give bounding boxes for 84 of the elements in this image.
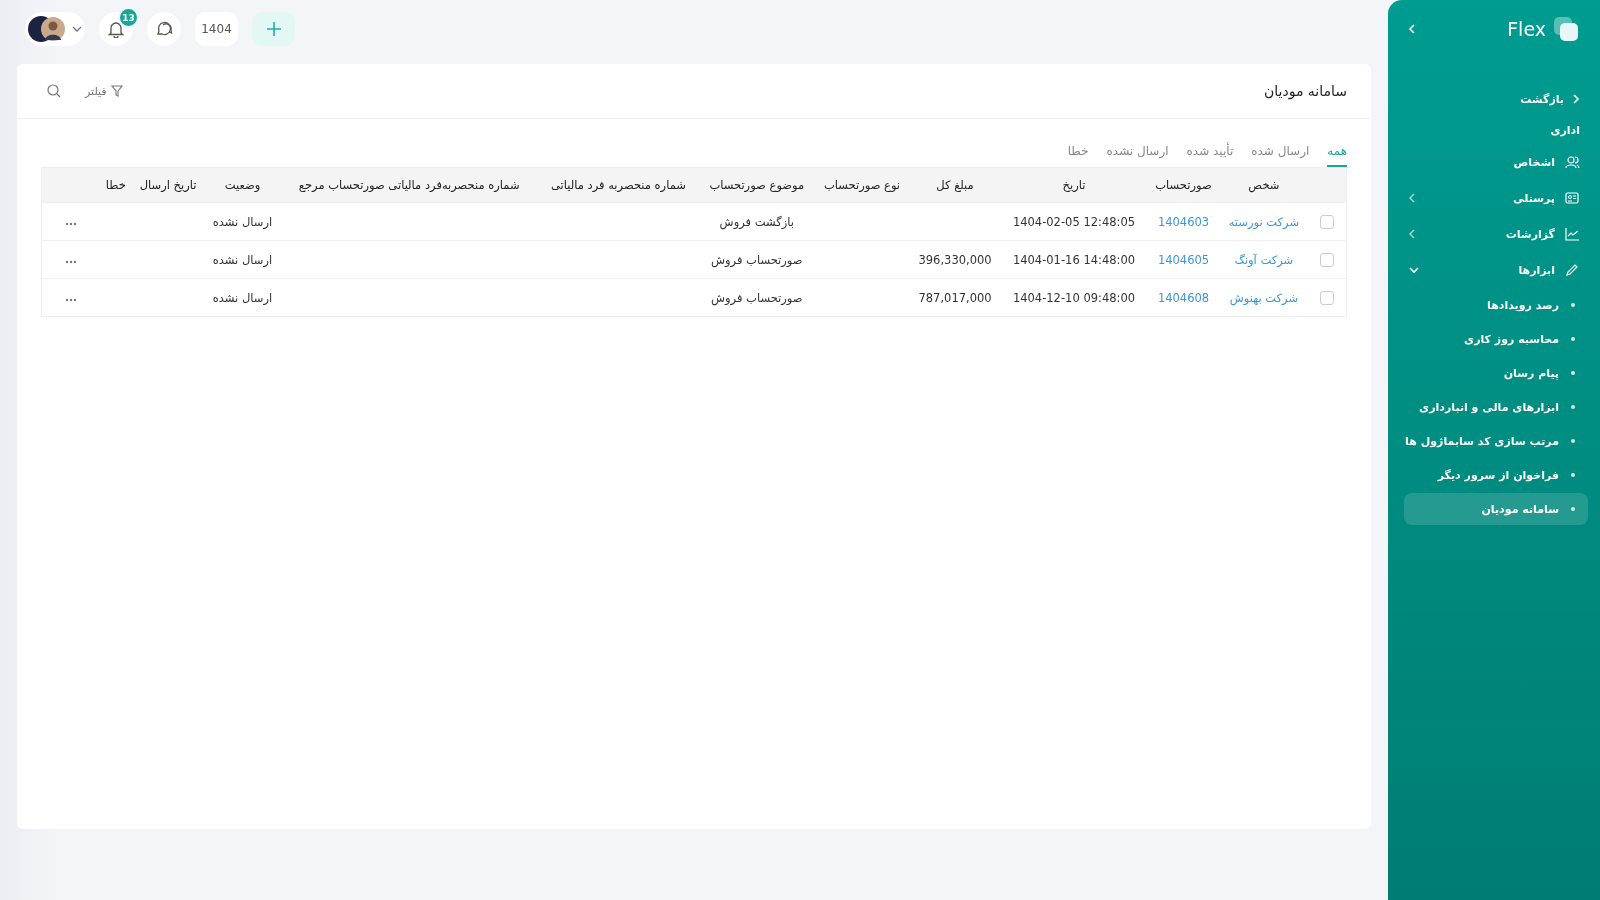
column-header: نوع صورتحساب: [814, 167, 910, 203]
avatar: [28, 16, 66, 42]
column-header: شخص: [1219, 167, 1308, 203]
more-icon: [65, 259, 77, 264]
filter-icon: [110, 85, 123, 97]
plus-icon: [266, 22, 281, 36]
tab[interactable]: تأیید شده: [1186, 141, 1234, 167]
account-menu[interactable]: [25, 12, 85, 46]
submenu-item[interactable]: ابزارهای مالی و انبارداری: [1404, 391, 1588, 423]
bullet-icon: [1571, 371, 1575, 375]
submenu-item[interactable]: سامانه مودیان: [1404, 493, 1588, 525]
invoice-link[interactable]: 1404603: [1157, 214, 1210, 229]
table-cell: صورتحساب فروش: [698, 240, 815, 279]
chat-button[interactable]: [147, 12, 181, 46]
collapse-chevron-icon: [1408, 23, 1416, 35]
id-card-icon: [1565, 191, 1580, 205]
bell-icon: [108, 20, 124, 38]
notification-badge: 13: [118, 7, 139, 28]
table-cell: ارسال نشده: [204, 278, 281, 317]
year-button[interactable]: 1404: [195, 12, 238, 46]
filter-button[interactable]: فیلتر: [85, 84, 123, 98]
column-header: شماره منحصربه‌فرد مالیاتی صورتحساب مرجع: [280, 167, 539, 203]
search-icon: [47, 84, 61, 98]
column-header: موضوع صورتحساب: [698, 167, 815, 203]
section-heading: اداری: [1549, 124, 1581, 139]
bullet-icon: [1571, 337, 1575, 341]
column-header: مبلغ کل: [909, 167, 1001, 203]
row-checkbox[interactable]: [1320, 214, 1334, 229]
submenu-item[interactable]: پیام رسان: [1404, 357, 1588, 389]
more-icon: [65, 221, 77, 226]
search-button[interactable]: [47, 84, 61, 98]
table-cell: 1404-12-10 09:48:00: [1000, 278, 1148, 317]
more-button[interactable]: [65, 259, 77, 264]
row-checkbox[interactable]: [1320, 252, 1334, 267]
bullet-icon: [1571, 405, 1575, 409]
logo: Flex: [1507, 18, 1546, 40]
column-header: تاریخ: [1000, 167, 1148, 203]
row-checkbox[interactable]: [1320, 290, 1334, 305]
people-icon: [1565, 155, 1580, 169]
back-link[interactable]: بازگشت: [1404, 88, 1588, 110]
more-button[interactable]: [65, 297, 77, 302]
table-cell: 1404-02-05 12:48:05: [1000, 202, 1148, 241]
column-header: تاریخ ارسال: [131, 167, 205, 203]
bullet-icon: [1571, 473, 1575, 477]
submenu-item[interactable]: فراخوان از سرور دیگر: [1404, 459, 1588, 491]
chevron-icon: [1572, 93, 1580, 105]
bullet-icon: [1571, 303, 1575, 307]
back-label: بازگشت: [1520, 92, 1564, 106]
invoice-link[interactable]: 1404605: [1157, 252, 1210, 267]
sidebar-item[interactable]: پرسنلی: [1404, 180, 1588, 216]
submenu-item[interactable]: مرتب سازی کد سابماژول ها: [1404, 425, 1588, 457]
sidebar-item[interactable]: گزارشات: [1404, 216, 1588, 252]
person-link[interactable]: شرکت نورسته: [1228, 214, 1300, 229]
submenu-item[interactable]: محاسبه روز کاری: [1404, 323, 1588, 355]
person-link[interactable]: شرکت آونگ: [1234, 252, 1294, 267]
tab[interactable]: خطا: [1067, 141, 1089, 167]
chart-icon: [1565, 227, 1580, 241]
tab[interactable]: ارسال نشده: [1106, 141, 1169, 167]
sidebar-item[interactable]: اشخاص: [1404, 144, 1588, 180]
table-cell: 787,017,000: [909, 278, 1001, 317]
table-cell: 1404-01-16 14:48:00: [1000, 240, 1148, 279]
bullet-icon: [1571, 439, 1575, 443]
table-cell: بازگشت فروش: [698, 202, 815, 241]
column-header: صورتحساب: [1147, 167, 1220, 203]
bullet-icon: [1571, 507, 1575, 511]
table-cell: ارسال نشده: [204, 202, 281, 241]
column-header: وضعیت: [204, 167, 281, 203]
column-header: خطا: [100, 167, 132, 203]
page-title: سامانه مودیان: [1263, 83, 1347, 99]
pencil-icon: [1565, 263, 1580, 277]
person-link[interactable]: شرکت بهنوش: [1229, 290, 1299, 305]
caret-icon: [72, 25, 82, 33]
table-cell: ارسال نشده: [204, 240, 281, 279]
submenu-item[interactable]: رصد رویدادها: [1404, 289, 1588, 321]
invoice-link[interactable]: 1404608: [1157, 290, 1210, 305]
tab[interactable]: ارسال شده: [1251, 141, 1310, 167]
chat-icon: [155, 20, 173, 38]
more-button[interactable]: [65, 221, 77, 226]
table-cell: صورتحساب فروش: [698, 278, 815, 317]
sidebar-item[interactable]: ابزارها: [1404, 252, 1588, 288]
column-header: شماره منحصربه فرد مالیاتی: [538, 167, 699, 203]
table-cell: 396,330,000: [909, 240, 1001, 279]
more-icon: [65, 297, 77, 302]
layers-logo-icon: [1552, 15, 1580, 43]
